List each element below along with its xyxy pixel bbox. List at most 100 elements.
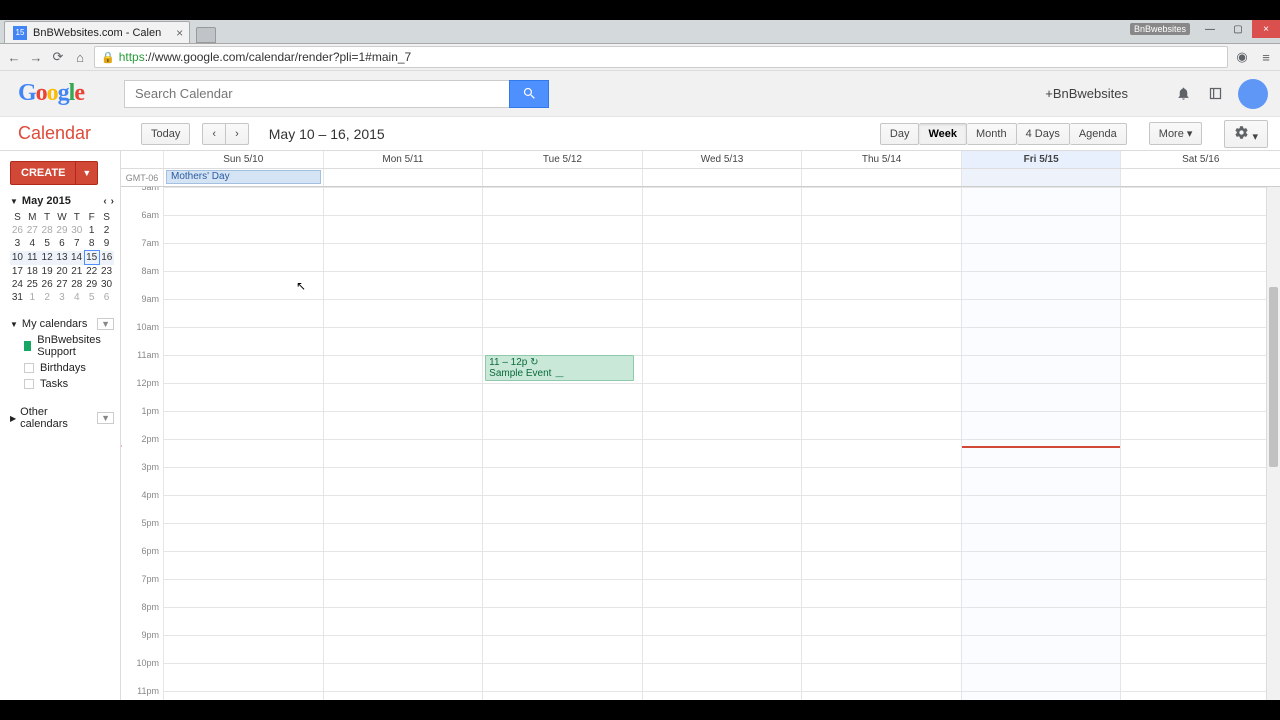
next-button[interactable]: ›: [226, 123, 249, 145]
day-header[interactable]: Thu 5/14: [801, 151, 961, 168]
forward-icon[interactable]: →: [28, 49, 44, 65]
mini-cal-day[interactable]: 5: [40, 237, 55, 251]
view-agenda[interactable]: Agenda: [1070, 123, 1127, 145]
day-column[interactable]: [323, 187, 483, 700]
day-header[interactable]: Sun 5/10: [163, 151, 323, 168]
chrome-eye-icon[interactable]: ◉: [1234, 49, 1250, 65]
calendar-item[interactable]: Tasks: [10, 376, 114, 392]
mini-cal-day[interactable]: 2: [99, 224, 114, 237]
mini-cal-day[interactable]: 26: [10, 224, 25, 237]
window-minimize[interactable]: —: [1196, 20, 1224, 38]
back-icon[interactable]: ←: [6, 49, 22, 65]
mini-cal-day[interactable]: 29: [84, 278, 99, 291]
window-maximize[interactable]: ▢: [1224, 20, 1252, 38]
mini-cal-day[interactable]: 1: [25, 291, 40, 304]
calendar-event[interactable]: 11 – 12p ↻Sample Event—: [485, 355, 634, 381]
mini-cal-day[interactable]: 19: [40, 265, 55, 279]
vertical-scrollbar[interactable]: [1266, 187, 1280, 700]
browser-tab[interactable]: 15 BnBWebsites.com - Calen ×: [4, 21, 190, 43]
day-column[interactable]: 11 – 12p ↻Sample Event—: [482, 187, 642, 700]
other-calendars-header[interactable]: ▶Other calendars▼: [10, 404, 114, 432]
day-header[interactable]: Fri 5/15: [961, 151, 1121, 168]
mini-cal-day[interactable]: 8: [84, 237, 99, 251]
mini-cal-day[interactable]: 14: [69, 251, 84, 265]
mini-cal-day[interactable]: 31: [10, 291, 25, 304]
create-dropdown[interactable]: ▼: [76, 161, 98, 185]
mini-cal-day[interactable]: 9: [99, 237, 114, 251]
close-icon[interactable]: ×: [176, 26, 183, 40]
mini-cal-day[interactable]: 27: [55, 278, 70, 291]
allday-event[interactable]: Mothers' Day: [166, 170, 321, 184]
mini-cal-day[interactable]: 27: [25, 224, 40, 237]
day-header[interactable]: Sat 5/16: [1120, 151, 1280, 168]
my-calendars-header[interactable]: ▼My calendars▼: [10, 316, 114, 332]
view-week[interactable]: Week: [919, 123, 967, 145]
mini-cal-day[interactable]: 3: [10, 237, 25, 251]
search-input[interactable]: [124, 80, 509, 108]
share-icon[interactable]: [1206, 85, 1224, 103]
view-4days[interactable]: 4 Days: [1017, 123, 1070, 145]
calendar-item[interactable]: Birthdays: [10, 360, 114, 376]
avatar[interactable]: [1238, 79, 1268, 109]
day-header[interactable]: Wed 5/13: [642, 151, 802, 168]
mini-cal-day[interactable]: 3: [55, 291, 70, 304]
allday-cell[interactable]: [323, 169, 483, 186]
day-header[interactable]: Tue 5/12: [482, 151, 642, 168]
url-input[interactable]: 🔒 https ://www.google.com/calendar/rende…: [94, 46, 1228, 68]
day-header[interactable]: Mon 5/11: [323, 151, 483, 168]
allday-cell[interactable]: [801, 169, 961, 186]
mini-cal-day[interactable]: 6: [55, 237, 70, 251]
mini-cal-day[interactable]: 10: [10, 251, 25, 265]
mini-cal-day[interactable]: 28: [40, 224, 55, 237]
create-button[interactable]: CREATE: [10, 161, 76, 185]
mini-cal-day[interactable]: 20: [55, 265, 70, 279]
mini-cal-day[interactable]: 30: [69, 224, 84, 237]
mini-cal-day[interactable]: 4: [25, 237, 40, 251]
scrollbar-thumb[interactable]: [1269, 287, 1278, 467]
mini-calendar[interactable]: SMTWTFS262728293012345678910111213141516…: [10, 211, 114, 304]
apps-grid-icon[interactable]: [1142, 85, 1160, 103]
mini-cal-day[interactable]: 6: [99, 291, 114, 304]
mini-next-icon[interactable]: ›: [111, 196, 114, 207]
mini-cal-day[interactable]: 24: [10, 278, 25, 291]
notifications-icon[interactable]: [1174, 85, 1192, 103]
mini-cal-day[interactable]: 7: [69, 237, 84, 251]
day-column[interactable]: [1120, 187, 1280, 700]
extension-badge[interactable]: BnBwebsites: [1130, 23, 1190, 35]
mini-cal-day[interactable]: 5: [84, 291, 99, 304]
mini-prev-icon[interactable]: ‹: [103, 196, 106, 207]
day-column[interactable]: [801, 187, 961, 700]
mini-cal-day[interactable]: 26: [40, 278, 55, 291]
allday-cell[interactable]: [642, 169, 802, 186]
mini-cal-day[interactable]: 29: [55, 224, 70, 237]
mini-cal-day[interactable]: 25: [25, 278, 40, 291]
view-day[interactable]: Day: [880, 123, 920, 145]
more-button[interactable]: More ▾: [1149, 122, 1203, 145]
mini-cal-day[interactable]: 21: [69, 265, 84, 279]
day-column[interactable]: [163, 187, 323, 700]
prev-button[interactable]: ‹: [202, 123, 226, 145]
mini-cal-day[interactable]: 4: [69, 291, 84, 304]
mini-cal-day[interactable]: 13: [55, 251, 70, 265]
mini-cal-day[interactable]: 2: [40, 291, 55, 304]
day-column[interactable]: [642, 187, 802, 700]
home-icon[interactable]: ⌂: [72, 49, 88, 65]
mini-cal-day[interactable]: 16: [99, 251, 114, 265]
window-close[interactable]: ×: [1252, 20, 1280, 38]
allday-cell[interactable]: [1120, 169, 1280, 186]
new-tab-button[interactable]: [196, 27, 216, 43]
allday-cell[interactable]: Mothers' Day: [163, 169, 323, 186]
mini-cal-day[interactable]: 15: [84, 251, 99, 265]
mini-cal-day[interactable]: 1: [84, 224, 99, 237]
mini-cal-day[interactable]: 17: [10, 265, 25, 279]
event-resize-handle[interactable]: —: [555, 372, 563, 381]
chrome-menu-icon[interactable]: ≡: [1258, 49, 1274, 65]
mini-cal-day[interactable]: 12: [40, 251, 55, 265]
mini-cal-day[interactable]: 18: [25, 265, 40, 279]
allday-cell[interactable]: [961, 169, 1121, 186]
mini-cal-day[interactable]: 23: [99, 265, 114, 279]
allday-cell[interactable]: [482, 169, 642, 186]
mini-cal-toggle-icon[interactable]: ▼: [10, 197, 18, 206]
search-button[interactable]: [509, 80, 549, 108]
view-month[interactable]: Month: [967, 123, 1017, 145]
